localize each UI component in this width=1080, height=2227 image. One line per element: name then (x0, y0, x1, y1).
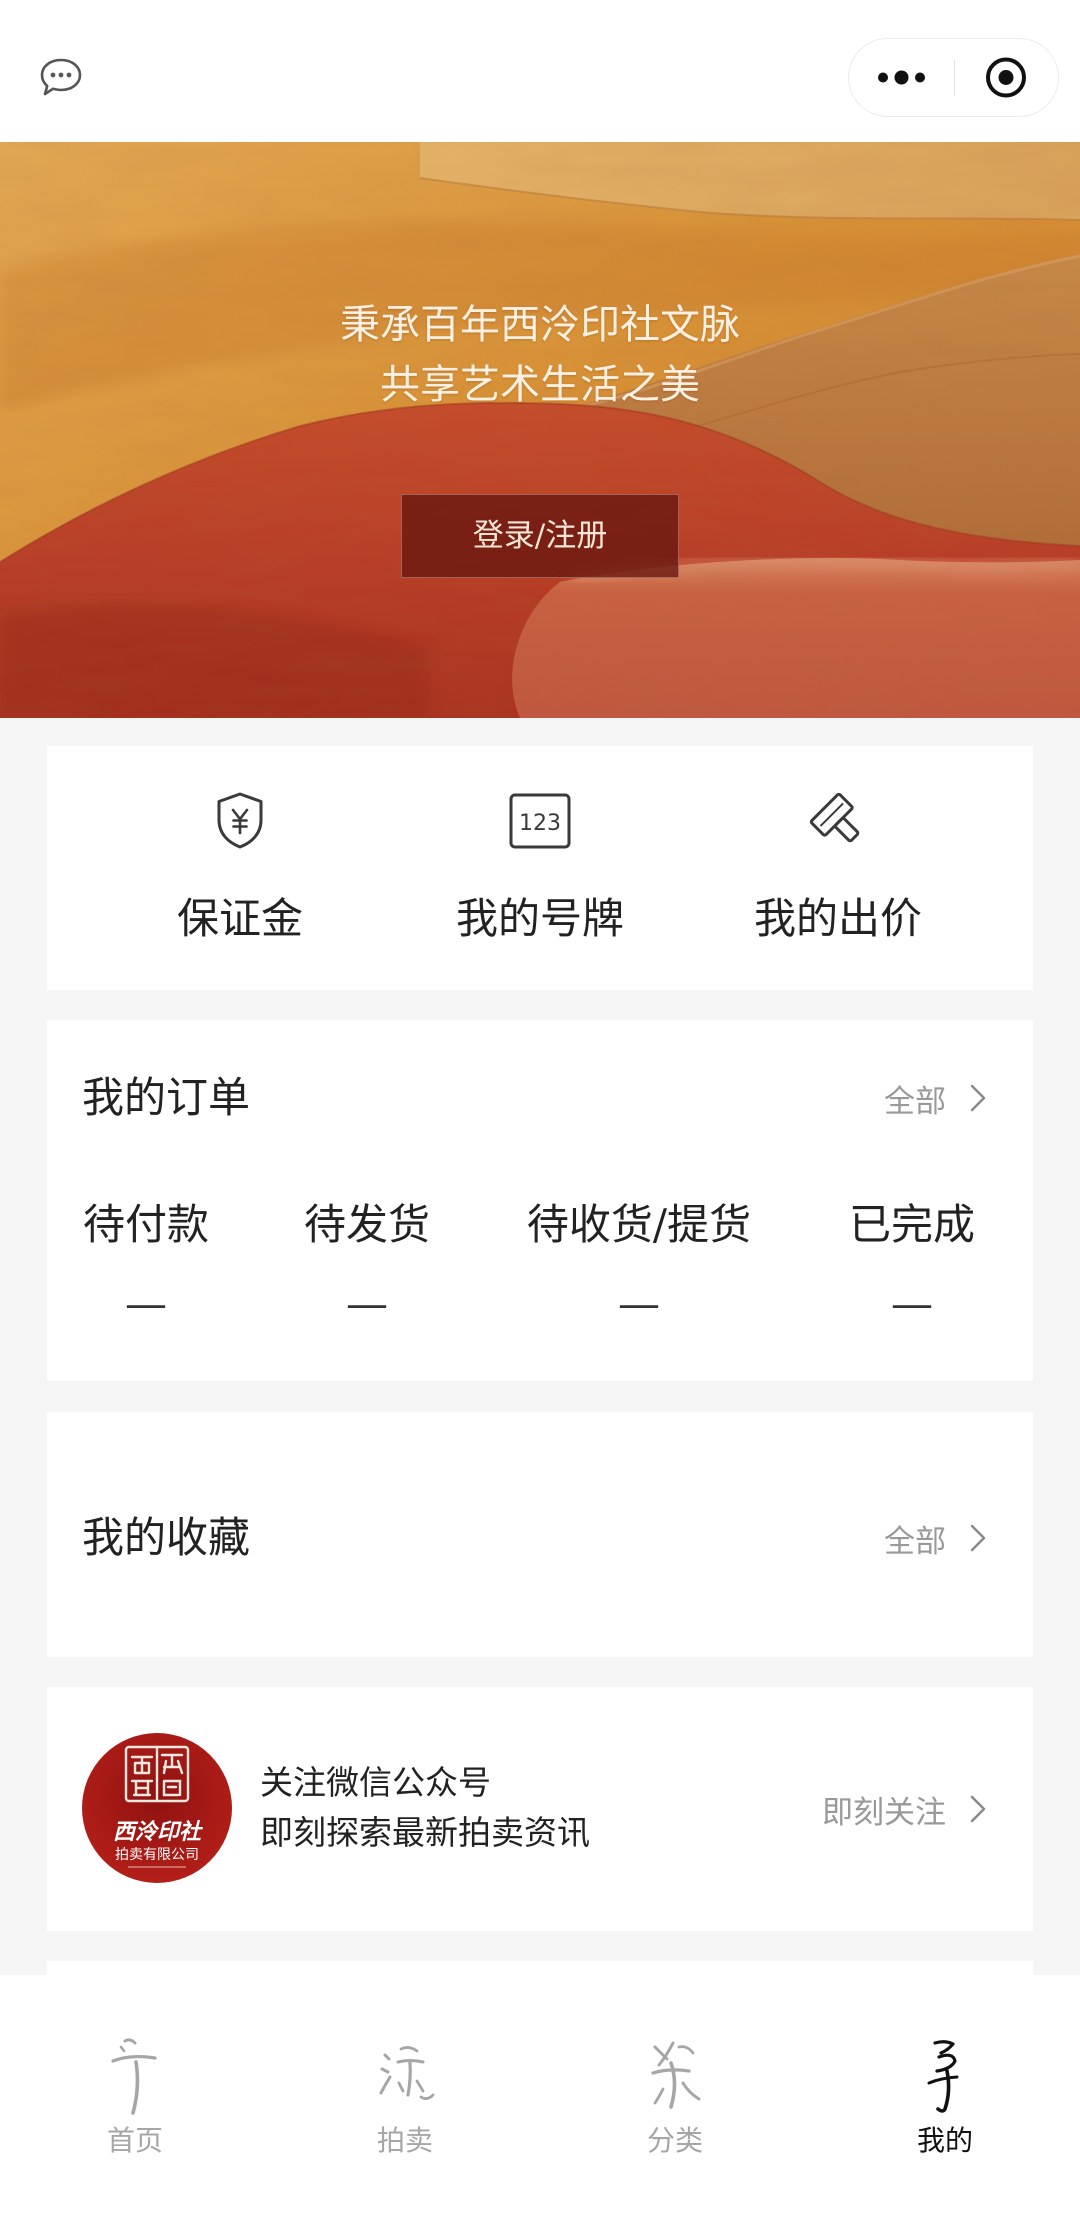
favorites-view-all-link[interactable]: 全部 (884, 1510, 988, 1566)
quick-actions-card: 保证金 123 我的号牌 我的出价 (47, 746, 1033, 990)
tab-auction-label: 拍卖 (376, 2124, 433, 2157)
number-plate-icon: 123 (508, 789, 572, 853)
order-status-label: 待付款 (82, 1200, 209, 1249)
target-circle-icon[interactable] (955, 39, 1058, 116)
tab-category-label: 分类 (646, 2124, 703, 2157)
watercolor-landscape-image (0, 142, 1080, 718)
shield-yen-icon (208, 789, 272, 853)
home-calligraphy-icon (103, 2031, 167, 2119)
tab-home-label: 首页 (106, 2124, 163, 2157)
follow-now-link[interactable]: 即刻关注 (822, 1781, 988, 1837)
auction-calligraphy-icon (373, 2031, 437, 2119)
order-status-pending-shipment[interactable]: 待发货 — (277, 1020, 457, 1381)
favorites-view-all-label: 全部 (884, 1523, 946, 1560)
follow-account-card[interactable]: 西泠印社 拍卖有限公司 关注微信公众号 即刻探索最新拍卖资讯 即刻关注 (47, 1687, 1033, 1931)
top-bar (0, 0, 1080, 142)
chevron-right-icon (968, 1523, 988, 1553)
my-paddle-entry[interactable]: 123 我的号牌 (420, 746, 660, 990)
my-bids-entry[interactable]: 我的出价 (718, 746, 958, 990)
bottom-tab-bar: 首页 拍卖 分类 我的 (0, 1975, 1080, 2227)
tab-mine-label: 我的 (916, 2124, 973, 2157)
hero-banner: 秉承百年西泠印社文脉 共享艺术生活之美 登录/注册 (0, 142, 1080, 718)
follow-subline: 即刻探索最新拍卖资讯 (260, 1813, 590, 1852)
banner-slogan-line-1: 秉承百年西泠印社文脉 (340, 302, 740, 348)
login-register-button[interactable]: 登录/注册 (401, 494, 679, 578)
order-status-pending-payment[interactable]: 待付款 — (56, 1020, 236, 1381)
number-plate-icon-text: 123 (519, 811, 561, 836)
order-status-count: — (618, 1279, 660, 1328)
my-bids-label: 我的出价 (753, 894, 922, 943)
profile-page: 秉承百年西泠印社文脉 共享艺术生活之美 登录/注册 保证金 123 我的号牌 我… (0, 0, 1080, 2227)
tab-category[interactable]: 分类 (540, 1975, 810, 2227)
chat-bubble-icon[interactable] (38, 56, 84, 98)
my-paddle-label: 我的号牌 (455, 894, 624, 943)
logo-subtitle-text: 拍卖有限公司 (115, 1847, 199, 1863)
follow-headline: 关注微信公众号 (260, 1763, 491, 1802)
xiling-auction-logo: 西泠印社 拍卖有限公司 (82, 1733, 232, 1883)
follow-now-label: 即刻关注 (822, 1794, 946, 1831)
order-status-label: 已完成 (848, 1200, 975, 1249)
favorites-card[interactable]: 我的收藏 全部 (47, 1412, 1033, 1657)
gavel-icon (806, 789, 870, 853)
favorites-title: 我的收藏 (82, 1513, 251, 1562)
tab-auction[interactable]: 拍卖 (270, 1975, 540, 2227)
mini-program-capsule (848, 38, 1059, 117)
order-status-count: — (346, 1279, 388, 1328)
more-dots-icon[interactable] (849, 39, 954, 116)
order-status-label: 待收货/提货 (526, 1200, 752, 1249)
mine-calligraphy-icon (913, 2031, 977, 2119)
orders-card: 我的订单 全部 待付款 — 待发货 — 待收货/提货 — 已完成 — (47, 1020, 1033, 1381)
tab-home[interactable]: 首页 (0, 1975, 270, 2227)
logo-name-text: 西泠印社 (113, 1819, 204, 1845)
order-status-pending-receipt[interactable]: 待收货/提货 — (509, 1020, 769, 1381)
deposit-entry[interactable]: 保证金 (120, 746, 360, 990)
order-status-count: — (125, 1279, 167, 1328)
order-status-label: 待发货 (303, 1200, 430, 1249)
chevron-right-icon (968, 1794, 988, 1824)
order-status-completed[interactable]: 已完成 — (822, 1020, 1002, 1381)
category-calligraphy-icon (643, 2031, 707, 2119)
tab-mine[interactable]: 我的 (810, 1975, 1080, 2227)
banner-slogan-line-2: 共享艺术生活之美 (380, 362, 700, 408)
order-status-count: — (891, 1279, 933, 1328)
deposit-label: 保证金 (176, 894, 303, 943)
